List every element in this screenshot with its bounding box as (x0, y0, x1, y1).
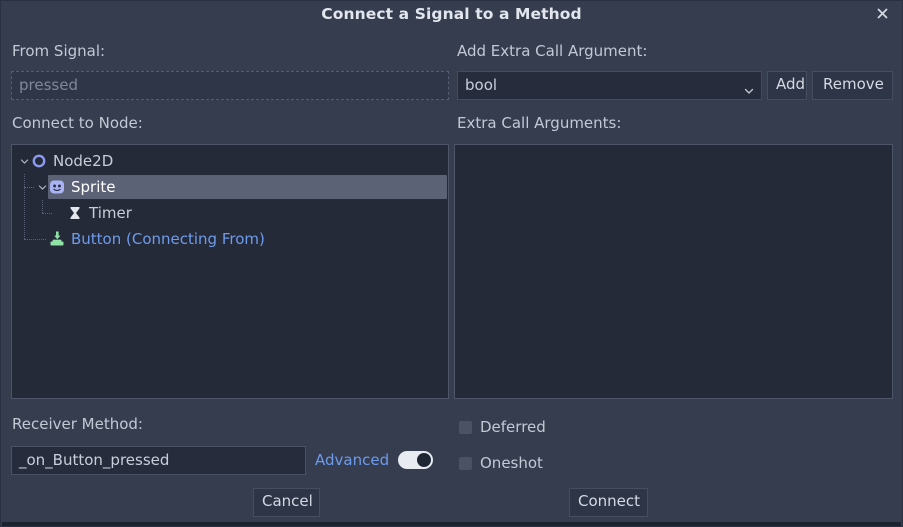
extra-call-arguments-label: Extra Call Arguments: (457, 114, 622, 132)
tree-expander-placeholder (54, 200, 66, 226)
connect-to-node-label: Connect to Node: (12, 114, 143, 132)
advanced-toggle[interactable] (398, 451, 434, 469)
cancel-button[interactable]: Cancel (253, 488, 320, 517)
oneshot-label: Oneshot (480, 454, 543, 472)
tree-item-button[interactable]: Button (Connecting From) (12, 226, 448, 252)
button-icon (48, 230, 66, 248)
deferred-label: Deferred (480, 418, 546, 436)
extra-call-argument-type-value: bool (465, 76, 498, 94)
advanced-label[interactable]: Advanced (315, 451, 389, 469)
connect-signal-dialog: Connect a Signal to a Method From Signal… (0, 0, 903, 527)
tree-item-label: Timer (89, 204, 132, 222)
tree-expander-placeholder (36, 226, 48, 252)
tree-item-sprite[interactable]: Sprite (12, 174, 448, 200)
extra-call-argument-type-select[interactable]: bool (457, 71, 762, 100)
chevron-down-icon[interactable] (36, 174, 48, 200)
chevron-down-icon (744, 81, 754, 94)
oneshot-checkbox[interactable]: Oneshot (459, 454, 543, 472)
deferred-checkbox[interactable]: Deferred (459, 418, 546, 436)
timer-icon (66, 204, 84, 222)
sprite-icon (48, 178, 66, 196)
tree-item-node2d[interactable]: Node2D (12, 148, 448, 174)
node2d-icon (30, 152, 48, 170)
connect-button[interactable]: Connect (569, 488, 648, 517)
tree-item-label: Node2D (53, 152, 114, 170)
tree-item-label: Sprite (71, 178, 116, 196)
receiver-method-input[interactable]: _on_Button_pressed (11, 446, 306, 475)
checkbox-box-deferred (459, 420, 472, 434)
node-tree-panel[interactable]: Node2D Sprite Timer Button (Connecting From… (11, 144, 449, 399)
advanced-toggle-knob (417, 453, 432, 467)
dialog-title: Connect a Signal to a Method (321, 5, 582, 23)
receiver-method-label: Receiver Method: (12, 415, 143, 433)
dialog-titlebar: Connect a Signal to a Method (1, 1, 902, 30)
remove-argument-button[interactable]: Remove (812, 71, 893, 100)
tree-item-timer[interactable]: Timer (12, 200, 448, 226)
add-extra-call-argument-label: Add Extra Call Argument: (457, 42, 648, 60)
close-icon[interactable] (872, 5, 892, 25)
tree-item-label: Button (Connecting From) (71, 230, 265, 248)
node-tree[interactable]: Node2D Sprite Timer Button (Connecting From… (12, 145, 448, 252)
checkbox-box-oneshot (459, 456, 472, 470)
add-argument-button[interactable]: Add (767, 71, 807, 100)
chevron-down-icon[interactable] (18, 148, 30, 174)
extra-call-arguments-panel[interactable] (454, 144, 893, 399)
from-signal-field: pressed (11, 71, 449, 100)
dialog-bottom-edge (2, 522, 901, 526)
advanced-toggle-group[interactable]: Advanced (315, 451, 434, 469)
from-signal-label: From Signal: (12, 42, 106, 60)
